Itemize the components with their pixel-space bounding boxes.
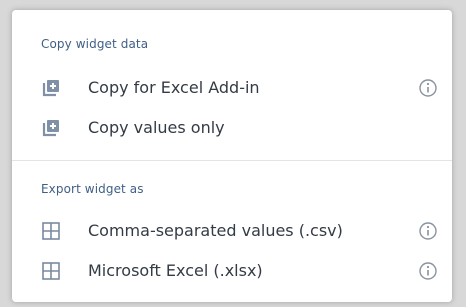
widget-menu-panel: Copy widget data Copy for Excel Add-in C… (12, 10, 452, 302)
copy-for-excel-addin-item[interactable]: Copy for Excel Add-in (12, 70, 452, 106)
grid-icon (42, 222, 60, 240)
grid-icon (42, 262, 60, 280)
copy-values-only-label: Copy values only (88, 118, 225, 137)
info-icon[interactable] (418, 78, 438, 98)
copy-values-only-item[interactable]: Copy values only (12, 110, 452, 146)
export-section-title: Export widget as (41, 182, 144, 196)
copy-widget-data-section: Copy widget data Copy for Excel Add-in C… (12, 10, 452, 160)
info-icon[interactable] (418, 261, 438, 281)
copy-add-icon (42, 80, 59, 97)
export-csv-item[interactable]: Comma-separated values (.csv) (12, 213, 452, 249)
info-icon[interactable] (418, 221, 438, 241)
export-csv-label: Comma-separated values (.csv) (88, 221, 343, 240)
export-xlsx-label: Microsoft Excel (.xlsx) (88, 261, 263, 280)
export-widget-section: Export widget as Comma-separated values … (12, 161, 452, 302)
copy-add-icon (42, 120, 59, 137)
copy-for-excel-addin-label: Copy for Excel Add-in (88, 78, 260, 97)
copy-section-title: Copy widget data (41, 37, 149, 51)
export-xlsx-item[interactable]: Microsoft Excel (.xlsx) (12, 253, 452, 289)
